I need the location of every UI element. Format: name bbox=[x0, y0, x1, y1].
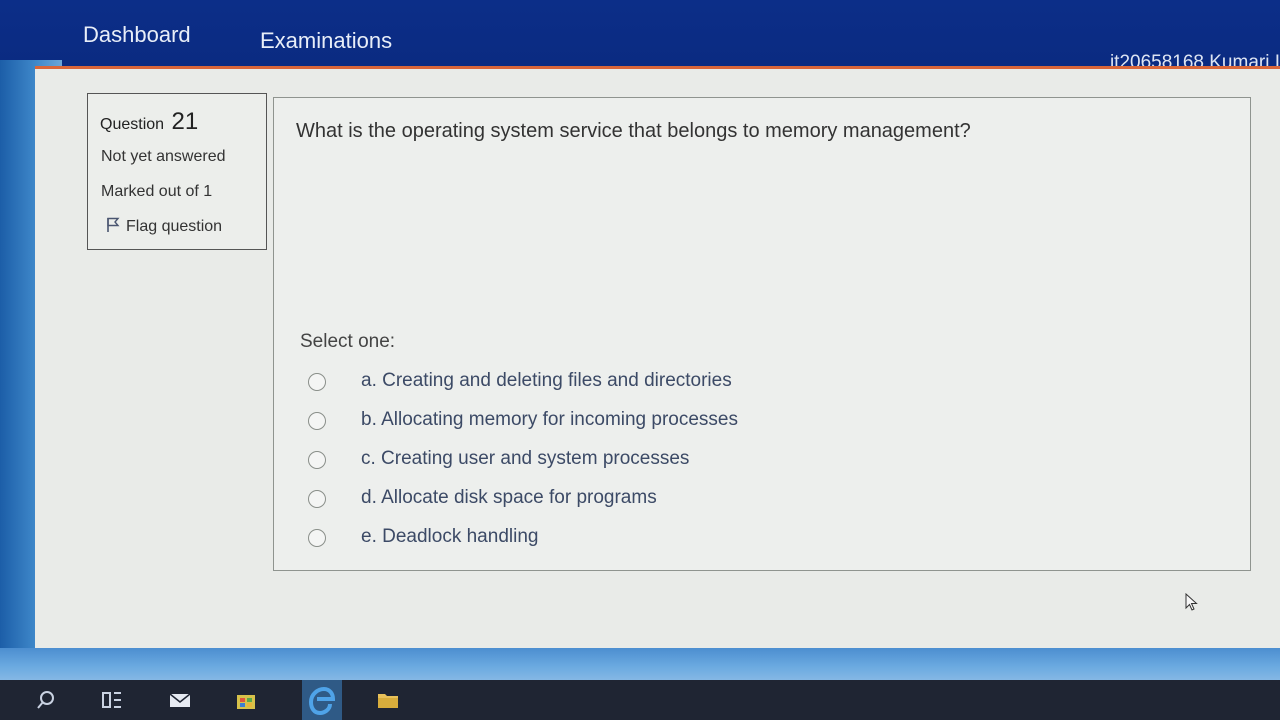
answer-option-d[interactable]: d. Allocate disk space for programs bbox=[308, 487, 908, 515]
question-label: Question bbox=[100, 116, 165, 133]
question-status: Not yet answered bbox=[101, 148, 226, 165]
mouse-cursor-icon bbox=[1185, 593, 1198, 611]
taskbar bbox=[0, 680, 1280, 720]
quiz-page: Question 21 Not yet answered Marked out … bbox=[35, 66, 1280, 659]
question-content-box: What is the operating system service tha… bbox=[273, 97, 1251, 571]
flag-question-button[interactable]: Flag question bbox=[106, 217, 222, 236]
store-icon[interactable] bbox=[234, 688, 258, 712]
flag-question-label: Flag question bbox=[126, 218, 223, 235]
question-text: What is the operating system service tha… bbox=[296, 120, 971, 142]
select-one-prompt: Select one: bbox=[300, 331, 396, 352]
question-number: 21 bbox=[171, 108, 199, 135]
option-label[interactable]: b. Allocating memory for incoming proces… bbox=[361, 409, 738, 431]
radio-button[interactable] bbox=[308, 490, 326, 508]
mail-icon[interactable] bbox=[168, 688, 192, 712]
question-info-box: Question 21 Not yet answered Marked out … bbox=[87, 93, 267, 250]
task-view-icon[interactable] bbox=[100, 688, 124, 712]
question-marks: Marked out of 1 bbox=[101, 183, 213, 200]
answer-option-a[interactable]: a. Creating and deleting files and direc… bbox=[308, 370, 908, 398]
radio-button[interactable] bbox=[308, 373, 326, 391]
nav-examinations-link[interactable]: Examinations bbox=[260, 28, 392, 54]
option-label[interactable]: a. Creating and deleting files and direc… bbox=[361, 370, 732, 392]
answer-option-e[interactable]: e. Deadlock handling bbox=[308, 526, 908, 554]
file-explorer-icon[interactable] bbox=[376, 688, 400, 712]
radio-button[interactable] bbox=[308, 412, 326, 430]
option-label[interactable]: e. Deadlock handling bbox=[361, 526, 538, 548]
answer-option-b[interactable]: b. Allocating memory for incoming proces… bbox=[308, 409, 908, 437]
screen-bottom-edge bbox=[0, 648, 1280, 684]
flag-icon bbox=[107, 217, 120, 232]
radio-button[interactable] bbox=[308, 451, 326, 469]
option-label[interactable]: d. Allocate disk space for programs bbox=[361, 487, 657, 509]
edge-icon[interactable] bbox=[302, 680, 342, 720]
answer-option-c[interactable]: c. Creating user and system processes bbox=[308, 448, 908, 476]
search-icon[interactable] bbox=[34, 688, 58, 712]
radio-button[interactable] bbox=[308, 529, 326, 547]
question-heading: Question 21 bbox=[100, 108, 198, 136]
option-label[interactable]: c. Creating user and system processes bbox=[361, 448, 689, 470]
nav-dashboard-link[interactable]: Dashboard bbox=[83, 22, 191, 48]
